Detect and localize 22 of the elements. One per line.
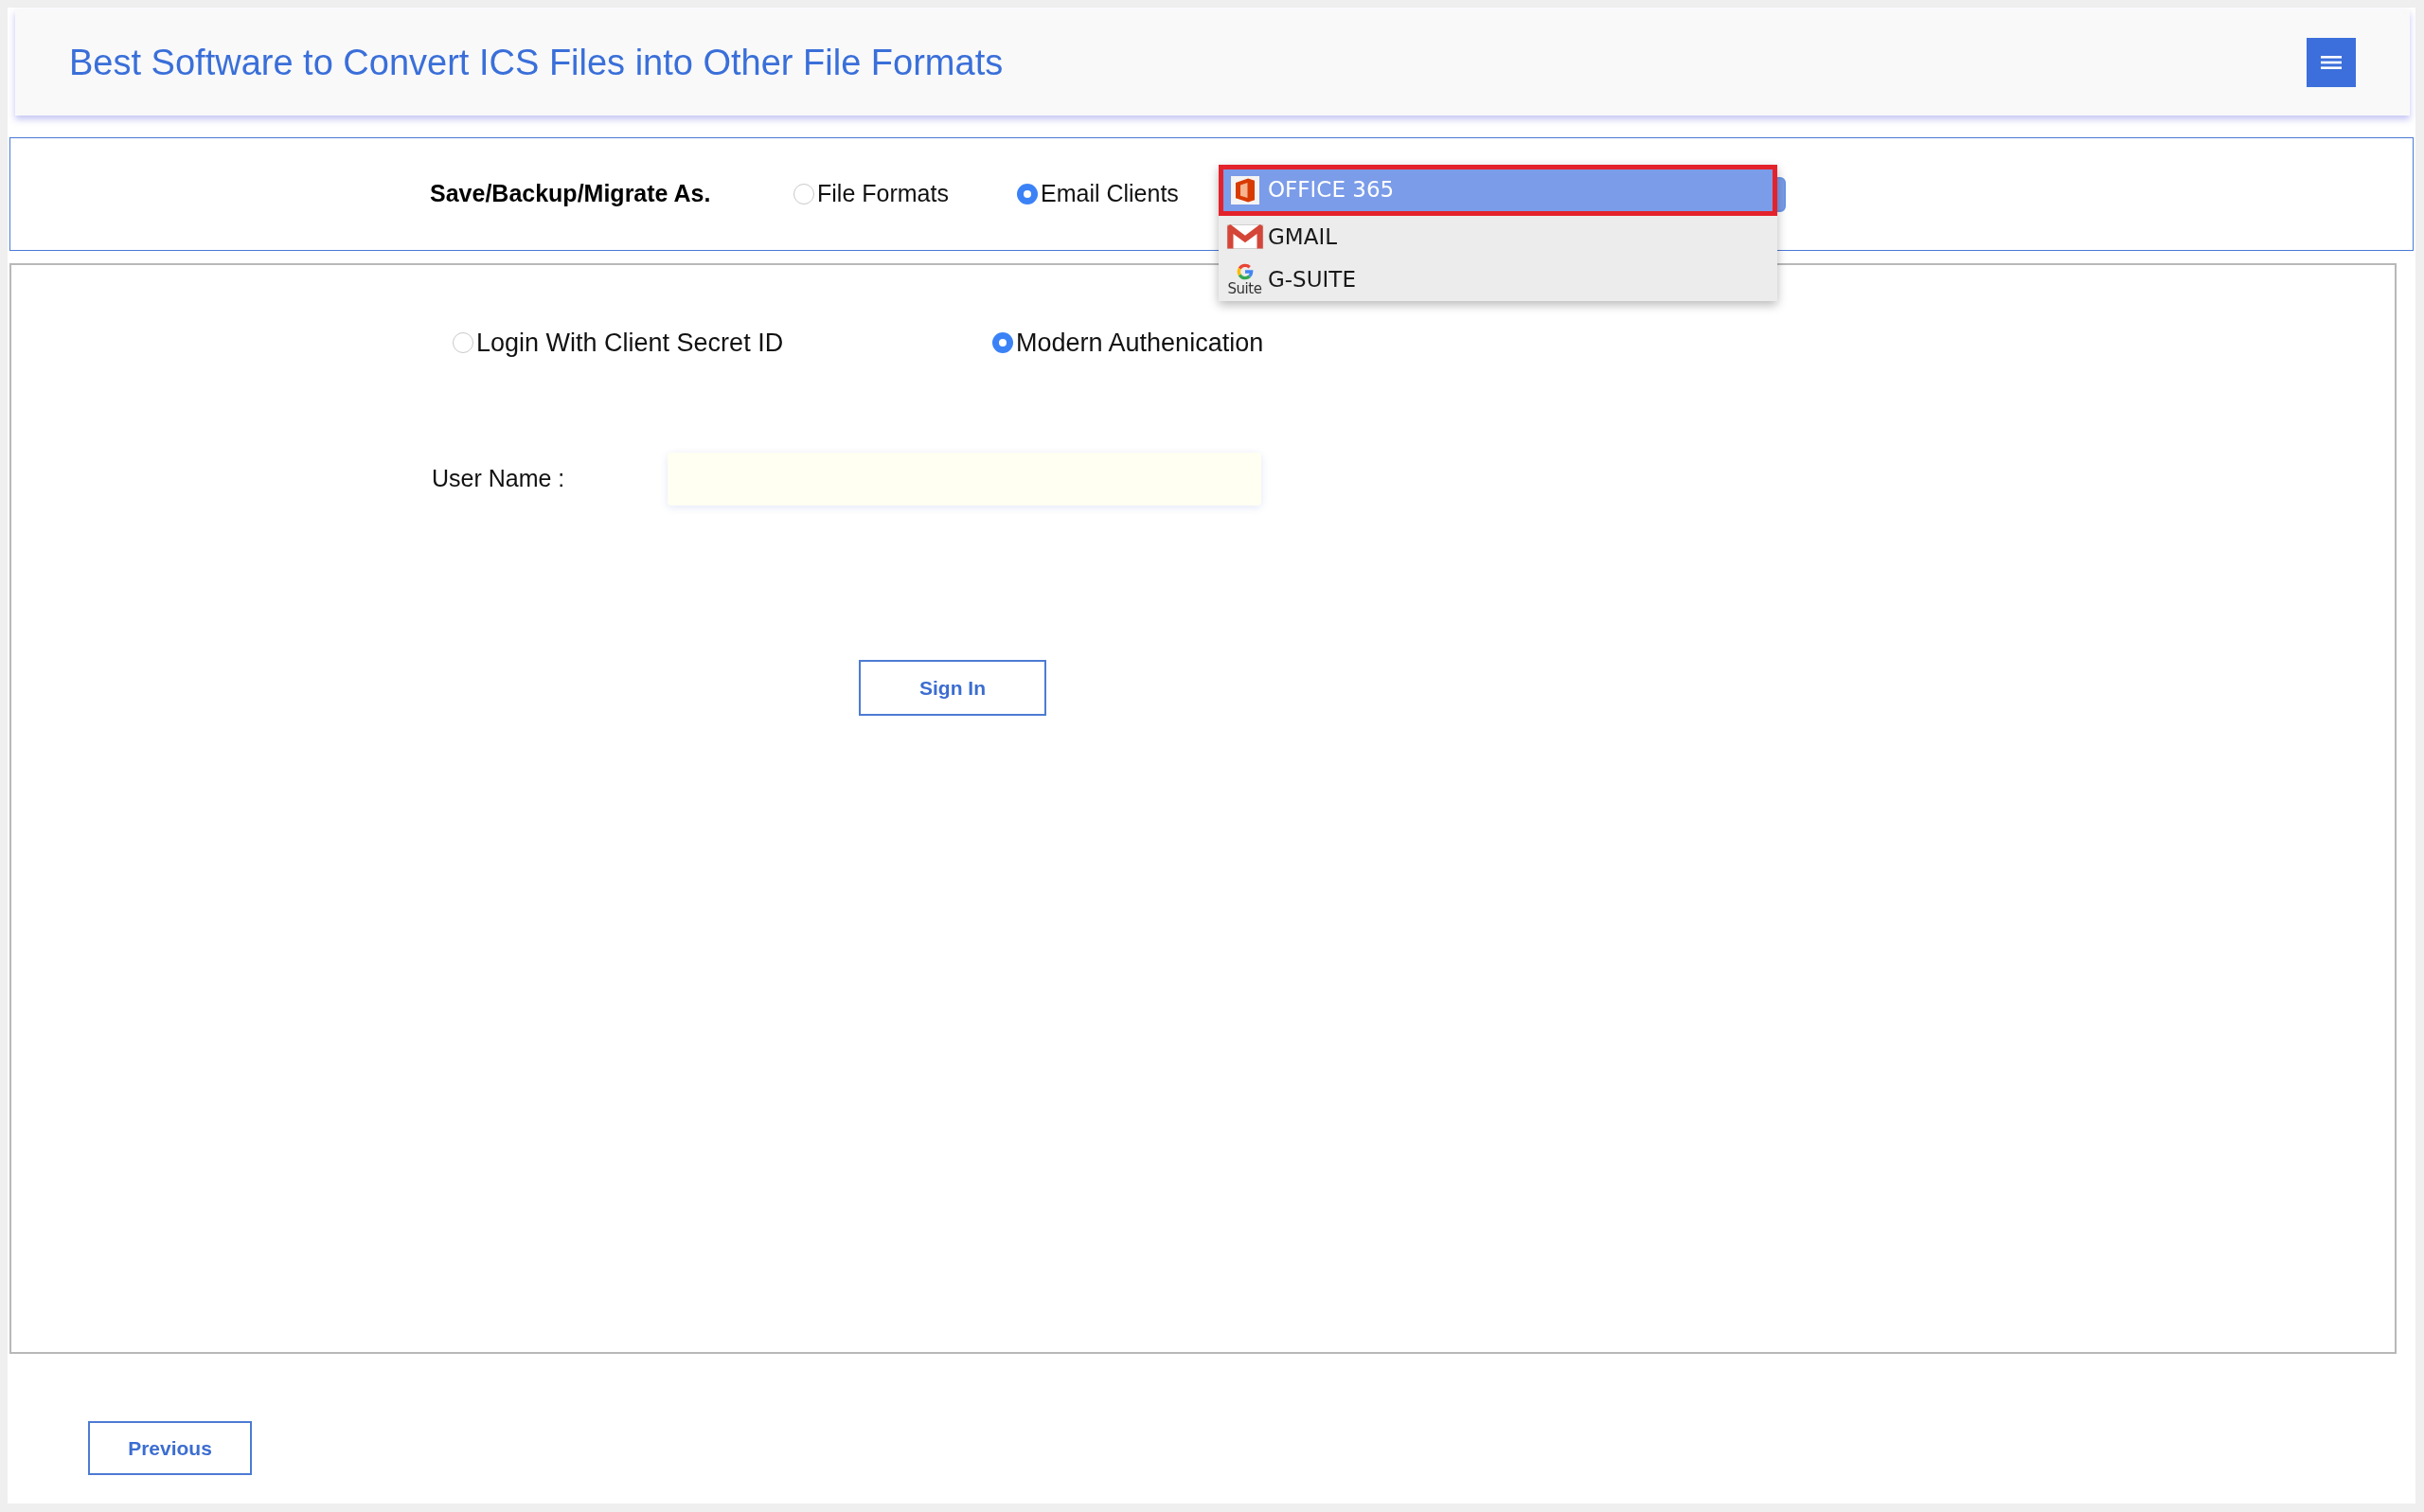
- field-label: User Name :: [432, 465, 565, 492]
- save-as-label: Save/Backup/Migrate As.: [430, 180, 711, 207]
- dropdown-option[interactable]: GMAIL: [1219, 215, 1777, 258]
- radio-label: File Formats: [817, 179, 949, 209]
- dropdown-option[interactable]: Suite G-SUITE: [1219, 258, 1777, 301]
- office-logo-icon: [1230, 175, 1259, 205]
- logo-caption: Suite: [1227, 282, 1262, 296]
- dropdown-option[interactable]: OFFICE 365: [1219, 164, 1777, 216]
- page-title: Best Software to Convert ICS Files into Other File Formats: [69, 41, 1004, 84]
- sign-in-button[interactable]: Sign In: [859, 660, 1046, 716]
- radio-label: Email Clients: [1041, 179, 1179, 209]
- g-logo-icon: [1235, 262, 1255, 281]
- envelope-m-icon: [1225, 222, 1264, 251]
- menu-button[interactable]: [2307, 38, 2356, 87]
- radio-label: Modern Authenication: [1016, 327, 1264, 359]
- radio-button[interactable]: [453, 332, 473, 353]
- radio-button[interactable]: [992, 332, 1013, 353]
- previous-button[interactable]: Previous: [88, 1421, 252, 1475]
- radio-label: Login With Client Secret ID: [476, 327, 784, 359]
- radio-button[interactable]: [1017, 184, 1038, 205]
- radio-button[interactable]: [793, 184, 814, 205]
- menu-icon: [2321, 56, 2342, 69]
